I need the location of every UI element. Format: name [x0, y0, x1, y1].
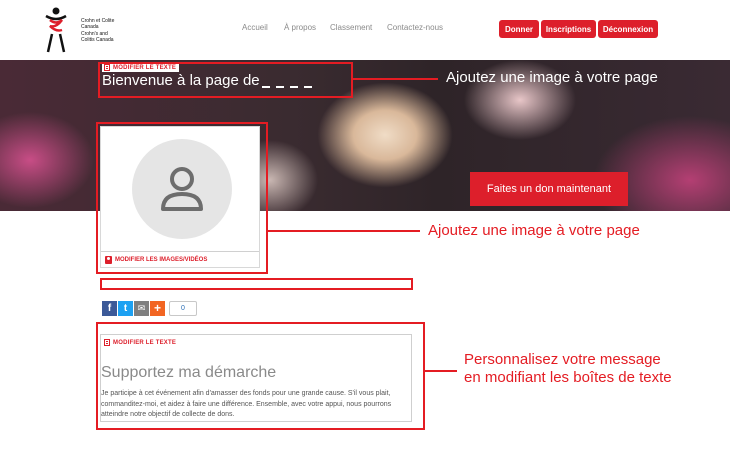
site-header: Crohn et Colite Canada Crohn's and Colit…: [0, 0, 730, 60]
twitter-share-button[interactable]: t: [118, 300, 133, 316]
inscriptions-button[interactable]: Inscriptions: [541, 20, 596, 38]
deconnexion-button[interactable]: Déconnexion: [598, 20, 658, 38]
profile-image-callout: Ajoutez une image à votre page: [428, 222, 640, 239]
nav-classement[interactable]: Classement: [330, 23, 372, 32]
nav-a-propos[interactable]: À propos: [284, 23, 316, 32]
nav-contactez-nous[interactable]: Contactez-nous: [387, 23, 443, 32]
support-highlight: [96, 322, 425, 430]
message-callout-line-1: Personnalisez votre message: [464, 351, 661, 368]
profile-image-highlight: [96, 122, 268, 274]
share-count: 0: [169, 300, 197, 316]
support-callout-line: [425, 370, 457, 372]
more-share-button[interactable]: +: [150, 300, 165, 316]
banner-image-callout: Ajoutez une image à votre page: [446, 69, 658, 86]
banner-callout-line: [353, 78, 438, 80]
nav-accueil[interactable]: Accueil: [242, 23, 268, 32]
share-buttons: f t ✉ + 0: [102, 300, 197, 316]
profile-callout-line: [268, 230, 420, 232]
message-callout: Personnalisez votre message en modifiant…: [464, 351, 672, 387]
email-share-button[interactable]: ✉: [134, 300, 149, 316]
facebook-share-button[interactable]: f: [102, 300, 117, 316]
page-name-field[interactable]: [100, 278, 413, 290]
message-callout-line-2: en modifiant les boîtes de texte: [464, 369, 672, 386]
banner-title-highlight: [98, 62, 353, 98]
donate-now-button[interactable]: Faites un don maintenant: [470, 172, 628, 206]
donner-button[interactable]: Donner: [499, 20, 539, 38]
header-buttons: Donner Inscriptions Déconnexion: [499, 20, 660, 38]
